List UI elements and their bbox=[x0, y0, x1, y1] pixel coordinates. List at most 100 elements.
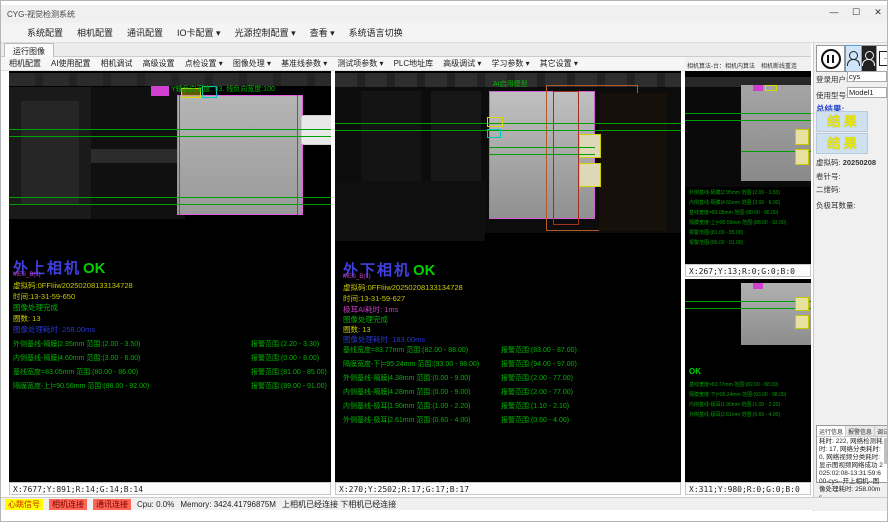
ai-model-label: AI启用模型 bbox=[493, 79, 528, 89]
alarm-range: 报警范围:(83.00 - 87.00) bbox=[501, 345, 577, 355]
roi-box-cyan bbox=[487, 129, 501, 138]
menu-comm-config[interactable]: 通讯配置 bbox=[127, 26, 163, 39]
info-tab-debug[interactable]: 调试信息 bbox=[875, 426, 888, 436]
tool-spotcheck-settings[interactable]: 点检设置 ▾ bbox=[185, 58, 223, 69]
tool-image-processing[interactable]: 图像处理 ▾ bbox=[233, 58, 271, 69]
user-manage-button[interactable] bbox=[861, 45, 877, 72]
mini-measurement-line: 内侧基线-隔膜|4.60mm 范围:(3.00 - 6.00) bbox=[689, 199, 780, 206]
heartbeat-status-badge: 心跳信号 bbox=[5, 499, 43, 510]
alarm-range: 报警范围:(81.00 - 85.00) bbox=[251, 367, 327, 377]
window-controls: — ☐ ✕ bbox=[827, 7, 885, 18]
alarm-range: 报警范围:(2.00 - 77.00) bbox=[501, 373, 573, 383]
result-ok-label: OK bbox=[413, 262, 436, 279]
process-done-label: 图像处理完成 bbox=[13, 302, 58, 313]
time-label: 时间:13-31-59-650 bbox=[13, 291, 75, 302]
roi-box-yellow bbox=[487, 117, 503, 127]
info-tab-run[interactable]: 运行信息 bbox=[817, 426, 846, 436]
thumbnail-view-1[interactable]: 外侧基线-隔膜|2.95mm 范围:(2.00 - 3.50) 内侧基线-隔膜|… bbox=[685, 71, 811, 264]
tool-other-settings[interactable]: 其它设置 ▾ bbox=[540, 58, 578, 69]
exit-door-icon bbox=[879, 51, 888, 66]
measure-line bbox=[685, 113, 811, 114]
user-login-button[interactable] bbox=[845, 45, 862, 72]
tool-advanced-debug[interactable]: 高级调试 ▾ bbox=[443, 58, 481, 69]
virtual-code-value: 20250208 bbox=[843, 158, 876, 167]
mini-measurement-line: 报警范围:(89.00 - 91.00) bbox=[689, 239, 743, 246]
tool-camera-debug[interactable]: 相机调试 bbox=[101, 58, 133, 69]
camera-connect-badge: 相机连接 bbox=[49, 499, 87, 510]
menu-light-control-config[interactable]: 光源控制配置 ▾ bbox=[235, 26, 296, 39]
roi-box-magenta bbox=[753, 85, 763, 91]
measure-line bbox=[179, 95, 180, 215]
menu-camera-config[interactable]: 相机配置 bbox=[77, 26, 113, 39]
tool-advanced-settings[interactable]: 高级设置 bbox=[143, 58, 175, 69]
menu-system-config[interactable]: 系统配置 bbox=[27, 26, 63, 39]
exit-button[interactable] bbox=[876, 45, 888, 72]
info-tabs: 运行信息 报警信息 调试信息 bbox=[817, 426, 887, 437]
measure-line bbox=[9, 197, 331, 198]
alarm-range: 报警范围:(0.00 - 8.00) bbox=[251, 353, 319, 363]
tool-plc-address-table[interactable]: PLC地址库 bbox=[394, 58, 434, 69]
tool-baseline-params[interactable]: 基准线参数 ▾ bbox=[281, 58, 327, 69]
thumbnail-view-2[interactable]: OK 基线宽度=83.77mm 范围:(82.00 - 88.00) 隔膜宽度-… bbox=[685, 279, 811, 482]
measurement-row: 内侧基线-隔膜|4.60mm 范围:(3.00 - 6.00) bbox=[13, 353, 140, 363]
negative-tab-count-label: 负极耳数量: bbox=[816, 200, 856, 211]
menu-bar: 系统配置 相机配置 通讯配置 IO卡配置 ▾ 光源控制配置 ▾ 查看 ▾ 系统语… bbox=[1, 23, 888, 43]
camera-view-outer-upper[interactable]: Y轴负向宽度: 93. 线负向宽度:100 外上相机OK MES_B(1) 虚拟… bbox=[9, 71, 331, 482]
window-title: CYG-视觉检测系统 bbox=[7, 9, 75, 20]
measurement-row: 内侧基线-隔膜|4.28mm 范围:(0.00 - 9.00) bbox=[343, 387, 470, 397]
info-scrollbar[interactable] bbox=[884, 438, 887, 464]
virtual-code-label: 虚拟码: bbox=[816, 158, 841, 167]
menu-language-switch[interactable]: 系统语言切换 bbox=[349, 26, 403, 39]
process-cost-label: 图像处理耗时: 258.00ms bbox=[13, 324, 95, 335]
measure-line bbox=[335, 123, 681, 124]
roi-box-magenta bbox=[753, 283, 763, 289]
camera-status-text: 上相机已经连接 下相机已经连接 bbox=[282, 499, 396, 510]
alarm-range: 报警范围:(0.60 - 4.00) bbox=[501, 415, 569, 425]
measure-line bbox=[685, 120, 811, 121]
app-window: CYG-视觉检测系统 — ☐ ✕ C 系统配置 相机配置 通讯配置 IO卡配置 … bbox=[0, 0, 888, 522]
tool-learning-params[interactable]: 学习参数 ▾ bbox=[491, 58, 529, 69]
gripper-connector bbox=[301, 115, 331, 145]
menu-view[interactable]: 查看 ▾ bbox=[310, 26, 335, 39]
measurement-row: 隔膜宽度-下|=95.24mm 范围:(93.00 - 98.00) bbox=[343, 359, 479, 369]
user-icon bbox=[849, 51, 858, 60]
roi-box-yellow bbox=[765, 85, 777, 91]
alarm-range: 报警范围:(2.20 - 3.30) bbox=[251, 339, 319, 349]
tool-test-item-params[interactable]: 测试项参数 ▾ bbox=[337, 58, 383, 69]
model-input[interactable] bbox=[847, 87, 887, 98]
mini-measurement-line: 隔膜宽度-下|=95.24mm 范围:(93.00 - 98.00) bbox=[689, 391, 786, 398]
measure-line bbox=[489, 154, 595, 155]
measure-line bbox=[9, 204, 331, 205]
tab-highlight bbox=[579, 163, 601, 187]
tool-ai-use-config[interactable]: AI使用配置 bbox=[51, 58, 91, 69]
close-button[interactable]: ✕ bbox=[871, 7, 885, 18]
mini-measurement-line: 外侧基线-极耳|2.61mm 范围:(0.60 - 4.00) bbox=[689, 411, 780, 418]
alarm-range: 报警范围:(1.10 - 2.10) bbox=[501, 401, 569, 411]
turns-label: 圈数: 13 bbox=[13, 313, 41, 324]
measure-line bbox=[685, 308, 811, 309]
user-dark-icon bbox=[865, 51, 874, 60]
measurement-row: 内侧基线-极耳|1.90mm 范围:(1.00 - 2.20) bbox=[343, 401, 470, 411]
info-tab-alarm[interactable]: 报警信息 bbox=[846, 426, 875, 436]
mini-measurement-line: 外侧基线-隔膜|2.95mm 范围:(2.00 - 3.50) bbox=[689, 189, 780, 196]
tab-strip: 运行图像 bbox=[1, 43, 811, 57]
menu-io-card-config[interactable]: IO卡配置 ▾ bbox=[177, 26, 221, 39]
minimize-button[interactable]: — bbox=[827, 7, 841, 18]
login-user-input[interactable] bbox=[847, 71, 887, 82]
tool-camera-config[interactable]: 相机配置 bbox=[9, 58, 41, 69]
alarm-range: 报警范围:(2.00 - 77.00) bbox=[501, 387, 573, 397]
result-display-1: 结 果 bbox=[816, 111, 868, 132]
pause-button[interactable] bbox=[816, 45, 845, 72]
maximize-button[interactable]: ☐ bbox=[849, 7, 863, 18]
measurement-row: 外侧基线-隔膜|4.38mm 范围:(0.00 - 9.00) bbox=[343, 373, 470, 383]
camera-view-outer-lower[interactable]: AI启用模型 外下相机OK MES_B(1) 虚拟码:0FFIiiw202502… bbox=[335, 71, 681, 482]
alarm-range: 报警范围:(89.00 - 91.00) bbox=[251, 381, 327, 391]
machine-top-rail bbox=[9, 73, 331, 86]
thumb2-coordinate-bar: X:311;Y:980;R:0;G:0;B:0 bbox=[685, 482, 811, 495]
result-display-2: 结 果 bbox=[816, 133, 868, 154]
comm-connect-badge: 通讯连接 bbox=[93, 499, 131, 510]
title-bar: CYG-视觉检测系统 — ☐ ✕ bbox=[1, 5, 888, 23]
login-user-label: 登录用户: bbox=[816, 74, 848, 85]
barcode-label: 虚拟码:0FFIiiw20250208133134728 bbox=[13, 280, 133, 291]
tab-run-image[interactable]: 运行图像 bbox=[4, 43, 54, 57]
